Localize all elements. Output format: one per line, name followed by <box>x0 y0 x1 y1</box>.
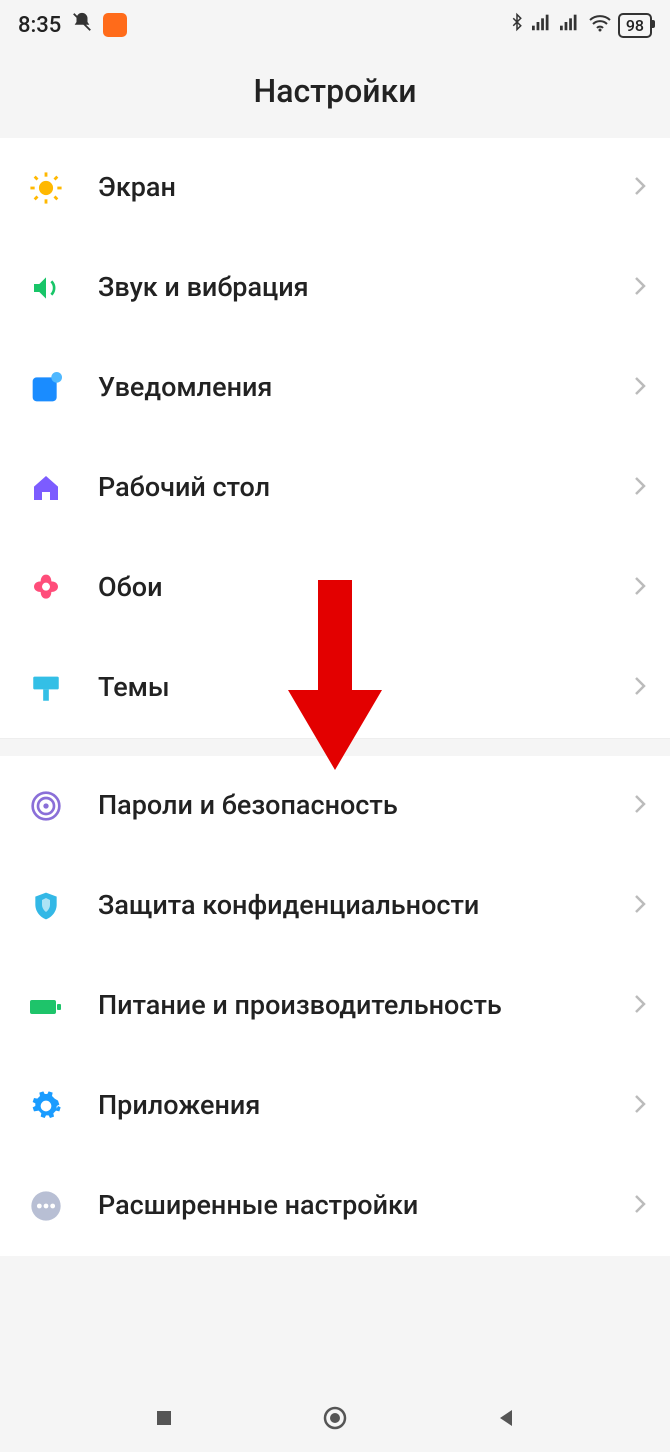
settings-item-label: Питание и производительность <box>98 989 634 1023</box>
settings-item-label: Темы <box>98 671 634 705</box>
wifi-icon <box>588 12 612 38</box>
settings-item-privacy[interactable]: Защита конфиденциальности <box>0 856 670 956</box>
nav-home-button[interactable] <box>321 1404 349 1436</box>
settings-item-label: Пароли и безопасность <box>98 789 634 823</box>
chevron-right-icon <box>634 376 646 400</box>
notification-icon <box>24 372 68 404</box>
settings-item-battery[interactable]: Питание и производительность <box>0 956 670 1056</box>
settings-list: Экран Звук и вибрация Уведомления Рабочи… <box>0 138 670 1256</box>
settings-item-label: Звук и вибрация <box>98 271 634 305</box>
settings-item-display[interactable]: Экран <box>0 138 670 238</box>
status-bar: 8:35 98 <box>0 0 670 50</box>
chevron-right-icon <box>634 794 646 818</box>
mute-icon <box>71 11 93 39</box>
group-divider <box>0 738 670 756</box>
fingerprint-icon <box>24 790 68 822</box>
settings-item-label: Защита конфиденциальности <box>98 889 634 923</box>
signal-icon-2 <box>560 12 582 38</box>
signal-icon <box>532 12 554 38</box>
settings-item-wallpaper[interactable]: Обои <box>0 538 670 638</box>
chevron-right-icon <box>634 476 646 500</box>
page-title: Настройки <box>0 50 670 138</box>
status-right: 98 <box>508 11 652 39</box>
settings-item-home[interactable]: Рабочий стол <box>0 438 670 538</box>
settings-item-label: Экран <box>98 171 634 205</box>
chevron-right-icon <box>634 276 646 300</box>
app-badge-icon <box>103 13 127 37</box>
chevron-right-icon <box>634 894 646 918</box>
chevron-right-icon <box>634 1094 646 1118</box>
more-icon <box>24 1190 68 1222</box>
flower-icon <box>24 572 68 604</box>
settings-item-security[interactable]: Пароли и безопасность <box>0 756 670 856</box>
settings-item-label: Обои <box>98 571 634 605</box>
battery-level: 98 <box>626 16 644 35</box>
shield-icon <box>24 890 68 922</box>
settings-item-notifications[interactable]: Уведомления <box>0 338 670 438</box>
chevron-right-icon <box>634 576 646 600</box>
settings-item-label: Рабочий стол <box>98 471 634 505</box>
bluetooth-icon <box>508 11 526 39</box>
settings-item-apps[interactable]: Приложения <box>0 1056 670 1156</box>
nav-recent-button[interactable] <box>152 1406 176 1434</box>
chevron-right-icon <box>634 176 646 200</box>
status-left: 8:35 <box>18 11 127 39</box>
house-icon <box>24 472 68 504</box>
battery-indicator: 98 <box>618 13 652 38</box>
status-time: 8:35 <box>18 13 61 38</box>
settings-item-advanced[interactable]: Расширенные настройки <box>0 1156 670 1256</box>
chevron-right-icon <box>634 1194 646 1218</box>
navigation-bar <box>0 1388 670 1452</box>
gear-icon <box>24 1090 68 1122</box>
settings-item-label: Приложения <box>98 1089 634 1123</box>
settings-item-label: Уведомления <box>98 371 634 405</box>
brush-icon <box>24 671 68 705</box>
settings-item-themes[interactable]: Темы <box>0 638 670 738</box>
chevron-right-icon <box>634 676 646 700</box>
chevron-right-icon <box>634 994 646 1018</box>
settings-item-label: Расширенные настройки <box>98 1189 634 1223</box>
sun-icon <box>24 171 68 205</box>
speaker-icon <box>24 272 68 304</box>
battery-icon <box>24 994 68 1018</box>
nav-back-button[interactable] <box>494 1406 518 1434</box>
settings-item-sound[interactable]: Звук и вибрация <box>0 238 670 338</box>
